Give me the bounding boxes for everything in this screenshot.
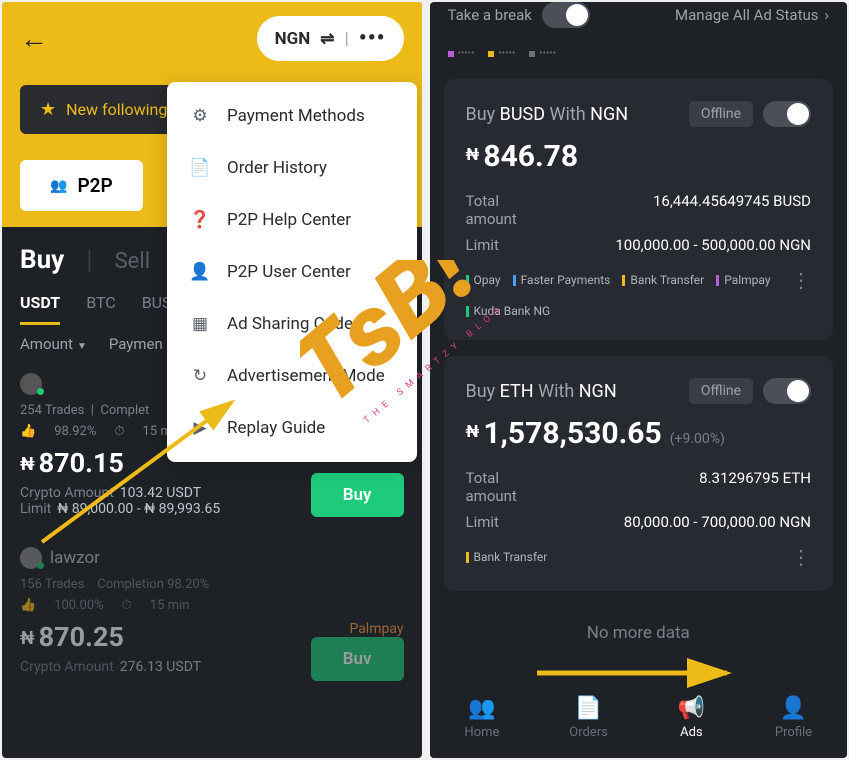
swap-icon: ⇌ bbox=[320, 29, 334, 49]
refresh-icon: ↻ bbox=[189, 365, 211, 387]
thumb-icon: 👍 bbox=[20, 598, 36, 613]
ad-title: Buy BUSD With NGN bbox=[466, 104, 629, 125]
ad-card-1: Buy BUSD With NGN Offline ₦846.78 Total … bbox=[444, 79, 834, 340]
ad-price: ₦846.78 bbox=[466, 139, 812, 174]
no-more-data: No more data bbox=[430, 607, 848, 659]
listing-2: lawzor 156 Trades Completion 98.20% 👍 10… bbox=[20, 547, 404, 675]
document-icon: 📄 bbox=[189, 157, 211, 179]
back-icon[interactable]: ← bbox=[20, 22, 48, 55]
star-icon: ★ bbox=[40, 99, 56, 120]
payment-methods: Opay Faster Payments Bank Transfer Palmp… bbox=[466, 268, 812, 318]
menu-payment-methods[interactable]: ⚙Payment Methods bbox=[167, 90, 417, 142]
orders-icon: 📄 bbox=[569, 696, 608, 721]
qr-icon: ▦ bbox=[189, 313, 211, 335]
more-menu: ⚙Payment Methods 📄Order History ❓P2P Hel… bbox=[167, 82, 417, 462]
more-icon[interactable]: ••• bbox=[359, 26, 386, 51]
profile-icon: 👤 bbox=[775, 696, 812, 721]
nav-ads[interactable]: 📢Ads bbox=[678, 696, 705, 740]
left-screenshot: ← NGN ⇌ | ••• ★ New following 👥 P2P Ex bbox=[2, 2, 422, 758]
home-icon: 👥 bbox=[464, 696, 499, 721]
tab-p2p[interactable]: 👥 P2P bbox=[20, 160, 143, 211]
play-icon: ▶ bbox=[189, 417, 211, 439]
thumb-icon: 👍 bbox=[20, 424, 36, 439]
ad-title: Buy ETH With NGN bbox=[466, 381, 617, 402]
ad-toggle[interactable] bbox=[763, 101, 811, 127]
take-break-label: Take a break bbox=[448, 6, 532, 24]
ad-card-2: Buy ETH With NGN Offline ₦1,578,530.65(+… bbox=[444, 356, 834, 591]
buy-button[interactable]: Buv bbox=[311, 637, 404, 681]
seller-name[interactable]: lawzor bbox=[50, 548, 100, 568]
user-icon: 👤 bbox=[189, 261, 211, 283]
right-screenshot: Take a break Manage All Ad Status › ••••… bbox=[430, 2, 848, 758]
menu-replay-guide[interactable]: ▶Replay Guide bbox=[167, 402, 417, 454]
clock-icon: ⏱ bbox=[114, 424, 124, 439]
ad-price: ₦1,578,530.65(+9.00%) bbox=[466, 416, 812, 451]
buy-button[interactable]: Buy bbox=[311, 473, 404, 517]
megaphone-icon: 📢 bbox=[678, 696, 705, 721]
menu-user-center[interactable]: 👤P2P User Center bbox=[167, 246, 417, 298]
menu-advertisement-mode[interactable]: ↻Advertisement Mode bbox=[167, 350, 417, 402]
coin-btc[interactable]: BTC bbox=[86, 293, 116, 325]
coin-usdt[interactable]: USDT bbox=[20, 293, 60, 325]
following-text: New following bbox=[66, 100, 167, 119]
bottom-nav: 👥Home 📄Orders 📢Ads 👤Profile bbox=[430, 684, 848, 758]
help-icon: ❓ bbox=[189, 209, 211, 231]
nav-home[interactable]: 👥Home bbox=[464, 696, 499, 740]
filter-chips: ••••• ••••• ••••• bbox=[430, 44, 848, 63]
menu-order-history[interactable]: 📄Order History bbox=[167, 142, 417, 194]
currency-label: NGN bbox=[275, 29, 311, 49]
header-controls: Take a break Manage All Ad Status › bbox=[430, 2, 848, 44]
status-badge: Offline bbox=[689, 101, 753, 127]
payment-methods: Bank Transfer ⋮ bbox=[466, 545, 812, 569]
tab-buy[interactable]: Buy bbox=[20, 245, 64, 275]
manage-ad-status[interactable]: Manage All Ad Status › bbox=[675, 6, 829, 24]
following-banner[interactable]: ★ New following bbox=[20, 85, 187, 134]
nav-orders[interactable]: 📄Orders bbox=[569, 696, 608, 740]
status-badge: Offline bbox=[689, 378, 753, 404]
currency-selector[interactable]: NGN ⇌ | ••• bbox=[257, 16, 404, 61]
tab-sell[interactable]: Sell bbox=[115, 249, 150, 274]
clock-icon: ⏱ bbox=[122, 598, 132, 613]
p2p-icon: 👥 bbox=[50, 178, 67, 194]
chevron-right-icon: › bbox=[824, 6, 829, 24]
menu-sharing-code[interactable]: ▦Ad Sharing Code bbox=[167, 298, 417, 350]
menu-help-center[interactable]: ❓P2P Help Center bbox=[167, 194, 417, 246]
gear-icon: ⚙ bbox=[189, 105, 211, 127]
more-icon[interactable]: ⋮ bbox=[791, 545, 811, 569]
payment-tag: Palmpay bbox=[349, 621, 403, 637]
more-icon[interactable]: ⋮ bbox=[791, 268, 811, 292]
filter-payment[interactable]: Paymen bbox=[109, 335, 163, 353]
ad-toggle[interactable] bbox=[763, 378, 811, 404]
filter-amount[interactable]: Amount▼ bbox=[20, 335, 87, 353]
take-break-toggle[interactable] bbox=[542, 2, 590, 28]
nav-profile[interactable]: 👤Profile bbox=[775, 696, 812, 740]
avatar[interactable] bbox=[20, 547, 42, 569]
avatar[interactable] bbox=[20, 373, 42, 395]
